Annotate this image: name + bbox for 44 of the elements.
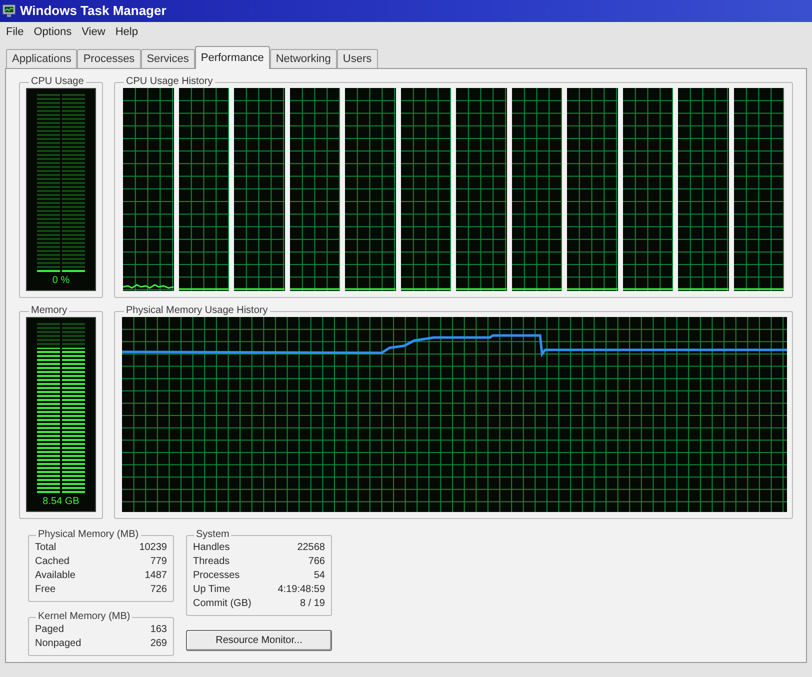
tab[interactable]: Services bbox=[140, 49, 195, 68]
menu-item[interactable]: File bbox=[1, 25, 29, 39]
stat-label: Processes bbox=[193, 569, 240, 583]
stat-label: Handles bbox=[193, 541, 230, 555]
group-title: Memory bbox=[30, 305, 68, 317]
meter-reading: 8.54 GB bbox=[42, 495, 80, 509]
stat-label: Available bbox=[35, 569, 76, 583]
group-title: CPU Usage bbox=[30, 76, 85, 88]
stat-value: 1487 bbox=[144, 569, 167, 583]
group-title: System bbox=[195, 529, 230, 541]
tab[interactable]: Applications bbox=[6, 49, 78, 68]
tab[interactable]: Performance bbox=[194, 46, 270, 69]
resource-monitor-button[interactable]: Resource Monitor... bbox=[186, 630, 332, 651]
stat-value: 726 bbox=[150, 583, 167, 597]
stat-value: 22568 bbox=[297, 541, 325, 555]
stat-value: 10239 bbox=[139, 541, 167, 555]
stat-value: 779 bbox=[150, 555, 167, 569]
group-title: Physical Memory Usage History bbox=[125, 305, 269, 317]
menu-item[interactable]: Help bbox=[110, 25, 143, 39]
menu-item[interactable]: View bbox=[76, 25, 110, 39]
stat-label: Nonpaged bbox=[35, 637, 82, 651]
group-title: Kernel Memory (MB) bbox=[37, 611, 132, 623]
stat-value: 54 bbox=[314, 569, 325, 583]
tab[interactable]: Processes bbox=[77, 49, 141, 68]
stat-label: Up Time bbox=[193, 583, 230, 597]
stat-label: Threads bbox=[193, 555, 230, 569]
stat-label: Total bbox=[35, 541, 56, 555]
stat-value: 8 / 19 bbox=[300, 597, 325, 611]
tab[interactable]: Networking bbox=[270, 49, 337, 68]
stat-value: 4:19:48:59 bbox=[278, 583, 325, 597]
stat-label: Commit (GB) bbox=[193, 597, 252, 611]
stat-label: Cached bbox=[35, 555, 70, 569]
stat-value: 269 bbox=[150, 637, 167, 651]
stat-label: Free bbox=[35, 583, 56, 597]
stat-value: 766 bbox=[308, 555, 325, 569]
monitor-icon bbox=[2, 4, 16, 18]
menu-item[interactable]: Options bbox=[28, 25, 77, 39]
group-title: Physical Memory (MB) bbox=[37, 529, 140, 541]
window-title: Windows Task Manager bbox=[20, 3, 166, 19]
tab[interactable]: Users bbox=[336, 49, 378, 68]
meter-reading: 0 % bbox=[52, 274, 70, 288]
stat-value: 163 bbox=[150, 623, 167, 637]
group-title: CPU Usage History bbox=[125, 76, 214, 88]
stat-label: Paged bbox=[35, 623, 64, 637]
